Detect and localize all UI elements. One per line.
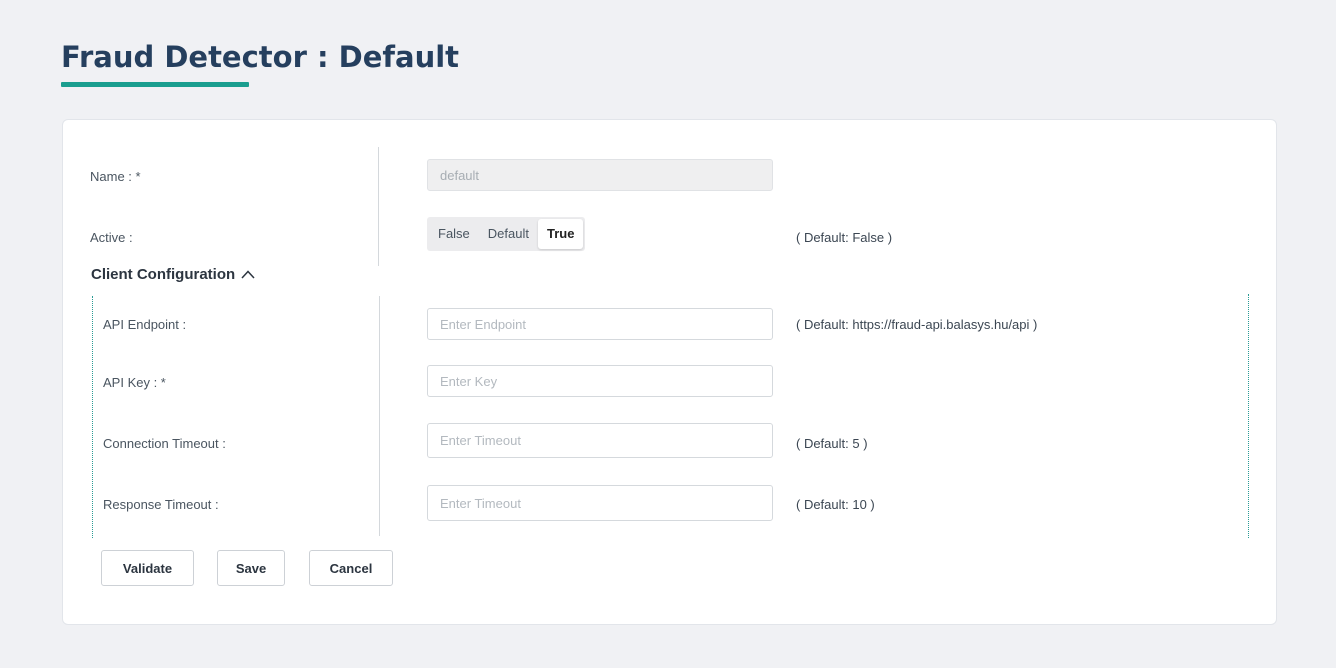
active-default-hint: ( Default: False ) bbox=[796, 230, 893, 245]
api-key-label: API Key : * bbox=[103, 375, 166, 390]
api-endpoint-input[interactable] bbox=[427, 308, 773, 340]
save-button[interactable]: Save bbox=[217, 550, 285, 586]
api-key-input[interactable] bbox=[427, 365, 773, 397]
chevron-up-icon bbox=[241, 270, 255, 279]
active-label: Active : bbox=[90, 230, 133, 245]
response-timeout-input[interactable] bbox=[427, 485, 773, 521]
name-input bbox=[427, 159, 773, 191]
active-option-false[interactable]: False bbox=[429, 219, 479, 249]
active-option-true[interactable]: True bbox=[538, 219, 584, 249]
page-title: Fraud Detector : Default bbox=[61, 40, 460, 74]
response-timeout-label: Response Timeout : bbox=[103, 497, 219, 512]
api-endpoint-default-hint: ( Default: https://fraud-api.balasys.hu/… bbox=[796, 317, 1038, 332]
form-card: Name : * Active : False Default True ( D… bbox=[62, 119, 1277, 625]
title-underline bbox=[61, 82, 249, 87]
active-option-default[interactable]: Default bbox=[479, 219, 538, 249]
active-toggle-group: False Default True bbox=[427, 217, 586, 251]
connection-timeout-input[interactable] bbox=[427, 423, 773, 458]
response-timeout-default-hint: ( Default: 10 ) bbox=[796, 497, 875, 512]
cancel-button[interactable]: Cancel bbox=[309, 550, 393, 586]
section-border-right bbox=[1248, 294, 1249, 538]
client-config-title: Client Configuration bbox=[91, 266, 236, 283]
name-label: Name : * bbox=[90, 169, 141, 184]
section-border-left bbox=[92, 296, 93, 538]
client-config-toggle[interactable]: Client Configuration bbox=[91, 266, 255, 283]
validate-button[interactable]: Validate bbox=[101, 550, 194, 586]
connection-timeout-label: Connection Timeout : bbox=[103, 436, 226, 451]
column-divider bbox=[379, 296, 380, 536]
column-divider bbox=[378, 147, 379, 266]
connection-timeout-default-hint: ( Default: 5 ) bbox=[796, 436, 868, 451]
api-endpoint-label: API Endpoint : bbox=[103, 317, 187, 332]
